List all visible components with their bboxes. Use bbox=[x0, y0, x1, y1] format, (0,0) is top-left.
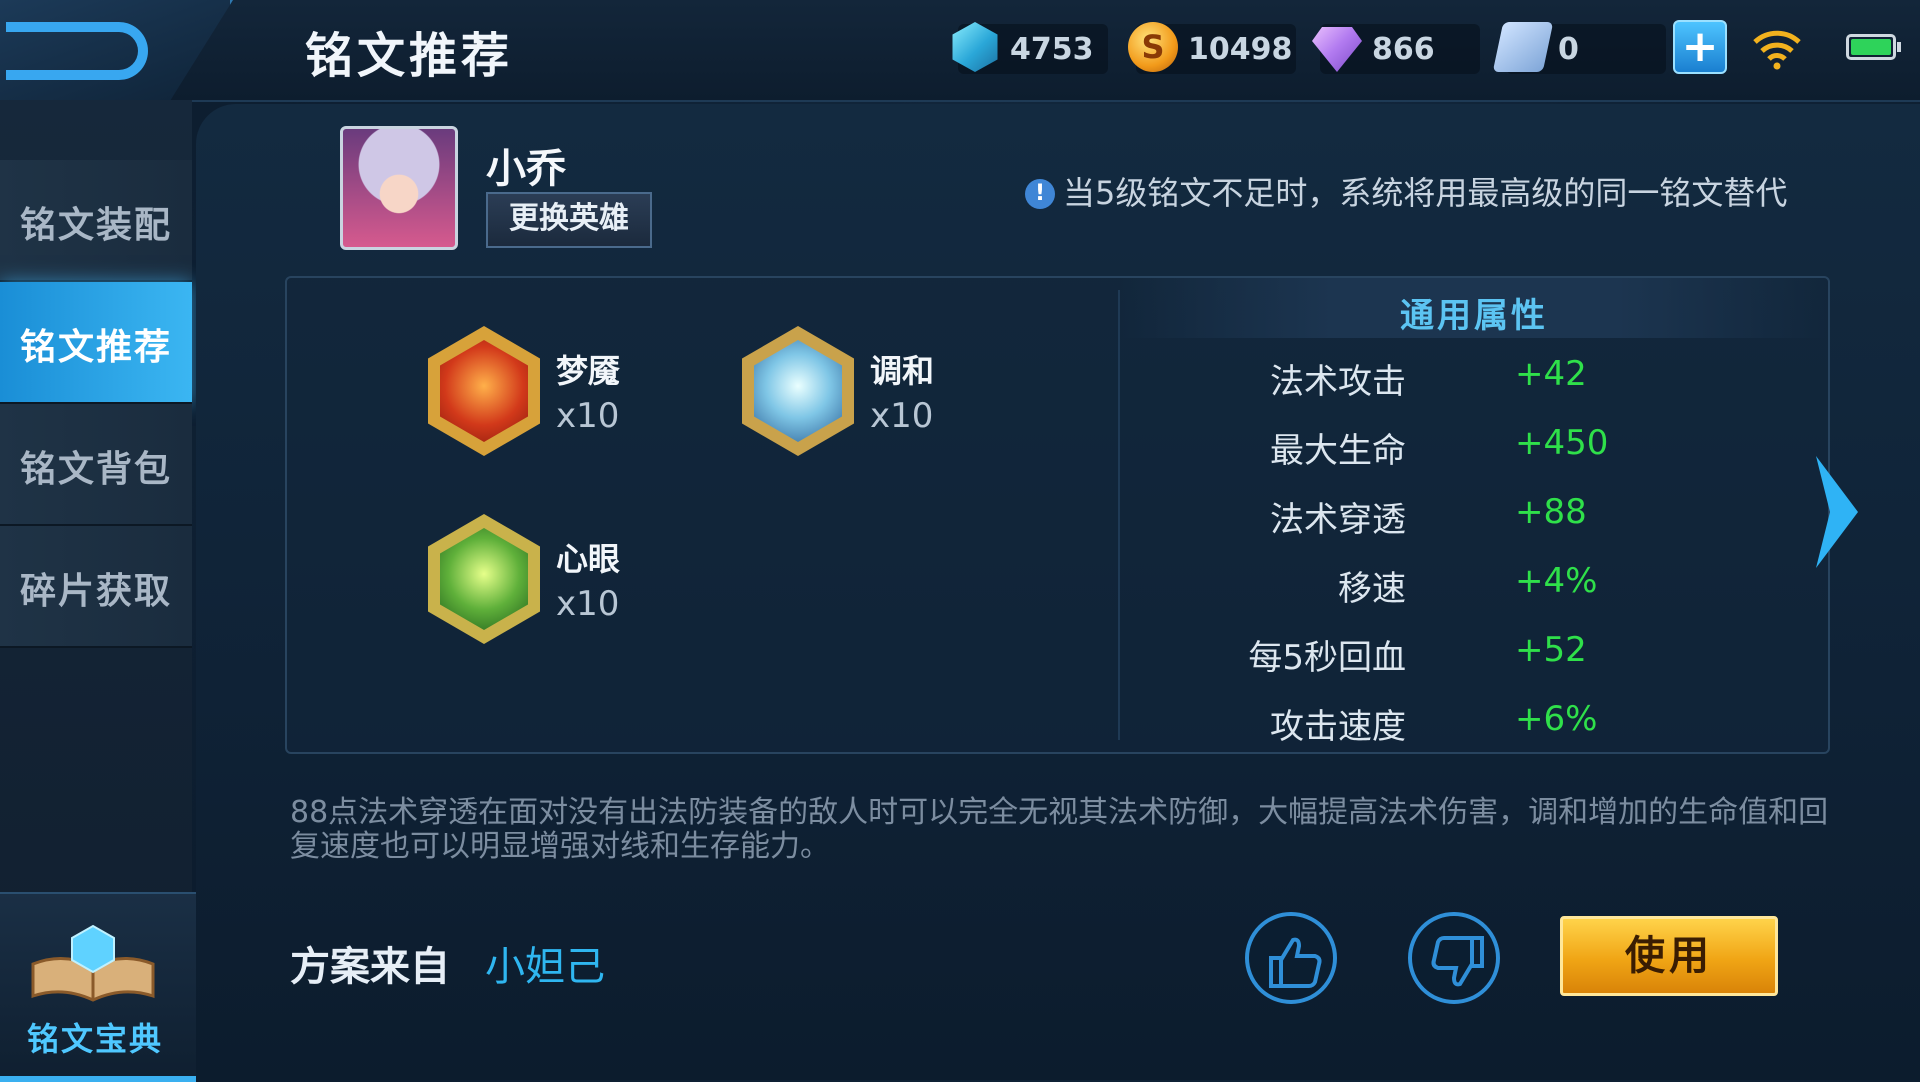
attribute-value: +6% bbox=[1515, 699, 1598, 739]
sidebar-item-rune-bag[interactable]: 铭文背包 bbox=[0, 404, 192, 526]
source-author-link[interactable]: 小妲己 bbox=[485, 934, 605, 992]
page-title: 铭文推荐 bbox=[305, 28, 514, 84]
ticket-icon bbox=[1492, 22, 1554, 72]
attribute-value: +450 bbox=[1515, 423, 1609, 463]
panel-divider bbox=[1118, 290, 1120, 740]
change-hero-button[interactable]: 更换英雄 bbox=[486, 192, 652, 248]
rune-count: x10 bbox=[870, 396, 934, 436]
sidebar-item-label: 碎片获取 bbox=[19, 571, 172, 612]
crystal-counter: 4753 bbox=[952, 22, 1108, 74]
rune-count: x10 bbox=[556, 584, 620, 624]
hero-name: 小乔 bbox=[486, 146, 566, 192]
notice-text: ! 当5级铭文不足时，系统将用最高级的同一铭文替代 bbox=[1025, 168, 1787, 214]
like-button[interactable] bbox=[1245, 912, 1337, 1004]
attributes-header: 通用属性 bbox=[1120, 278, 1828, 338]
attributes-header-label: 通用属性 bbox=[1400, 296, 1548, 336]
notice-label: 当5级铭文不足时，系统将用最高级的同一铭文替代 bbox=[1063, 174, 1788, 212]
gold-value: 10498 bbox=[1188, 32, 1293, 67]
sidebar-item-label: 铭文装配 bbox=[19, 205, 172, 246]
attribute-row: 法术攻击 +42 bbox=[1140, 354, 1740, 404]
sidebar-item-label: 铭文背包 bbox=[19, 449, 172, 490]
diamond-value: 866 bbox=[1372, 32, 1435, 67]
hero-portrait[interactable] bbox=[340, 126, 458, 250]
rune-codex-button[interactable]: 铭文宝典 bbox=[0, 892, 196, 1082]
battery-icon bbox=[1846, 34, 1901, 60]
dislike-button[interactable] bbox=[1408, 912, 1500, 1004]
gold-coin-icon: S bbox=[1128, 22, 1178, 72]
codex-underline bbox=[0, 1076, 196, 1082]
attribute-value: +52 bbox=[1515, 630, 1587, 670]
diamond-counter: 866 bbox=[1312, 24, 1480, 74]
attribute-row: 法术穿透 +88 bbox=[1140, 492, 1740, 542]
plan-description: 88点法术穿透在面对没有出法防装备的敌人时可以完全无视其法术防御，大幅提高法术伤… bbox=[290, 795, 1829, 864]
attribute-value: +88 bbox=[1515, 492, 1587, 532]
sidebar-item-label: 铭文推荐 bbox=[19, 327, 172, 368]
attribute-row: 攻击速度 +6% bbox=[1140, 699, 1740, 749]
back-arrow-icon bbox=[6, 22, 148, 80]
attribute-row: 移速 +4% bbox=[1140, 561, 1740, 611]
codex-label: 铭文宝典 bbox=[26, 1020, 163, 1058]
next-page-arrow-icon[interactable] bbox=[1812, 452, 1862, 572]
attribute-label: 法术攻击 bbox=[1270, 362, 1406, 402]
book-icon bbox=[31, 924, 155, 1002]
rune-name: 心眼 bbox=[556, 540, 621, 578]
wifi-icon bbox=[1753, 30, 1801, 70]
rune-name: 调和 bbox=[870, 352, 935, 390]
attribute-value: +4% bbox=[1515, 561, 1598, 601]
diamond-icon bbox=[1312, 27, 1362, 72]
thumbs-up-icon bbox=[1269, 937, 1322, 988]
sidebar-item-rune-setup[interactable]: 铭文装配 bbox=[0, 160, 192, 282]
attribute-label: 移速 bbox=[1338, 569, 1406, 609]
source-label: 方案来自 bbox=[290, 944, 450, 990]
thumbs-down-icon bbox=[1431, 936, 1484, 987]
attribute-row: 每5秒回血 +52 bbox=[1140, 630, 1740, 680]
rune-name: 梦魇 bbox=[556, 352, 621, 390]
crystal-icon bbox=[952, 22, 998, 72]
info-icon: ! bbox=[1025, 179, 1055, 209]
ticket-counter: 0 bbox=[1492, 22, 1666, 74]
sidebar-item-rune-recommend[interactable]: 铭文推荐 bbox=[0, 282, 192, 404]
rune-count: x10 bbox=[556, 396, 620, 436]
top-bar: 铭文推荐 4753 S 10498 866 0 + bbox=[0, 0, 1920, 112]
use-button[interactable]: 使用 bbox=[1560, 916, 1778, 996]
sidebar-item-fragment-obtain[interactable]: 碎片获取 bbox=[0, 526, 192, 648]
attribute-label: 法术穿透 bbox=[1270, 500, 1406, 540]
recharge-plus-button[interactable]: + bbox=[1673, 20, 1727, 74]
attribute-label: 攻击速度 bbox=[1270, 707, 1406, 747]
attribute-label: 每5秒回血 bbox=[1248, 638, 1406, 678]
gold-counter: S 10498 bbox=[1128, 22, 1296, 74]
attribute-label: 最大生命 bbox=[1270, 431, 1406, 471]
back-button[interactable] bbox=[0, 0, 233, 112]
ticket-value: 0 bbox=[1558, 32, 1579, 67]
attribute-row: 最大生命 +450 bbox=[1140, 423, 1740, 473]
crystal-value: 4753 bbox=[1010, 32, 1094, 67]
attribute-value: +42 bbox=[1515, 354, 1587, 394]
